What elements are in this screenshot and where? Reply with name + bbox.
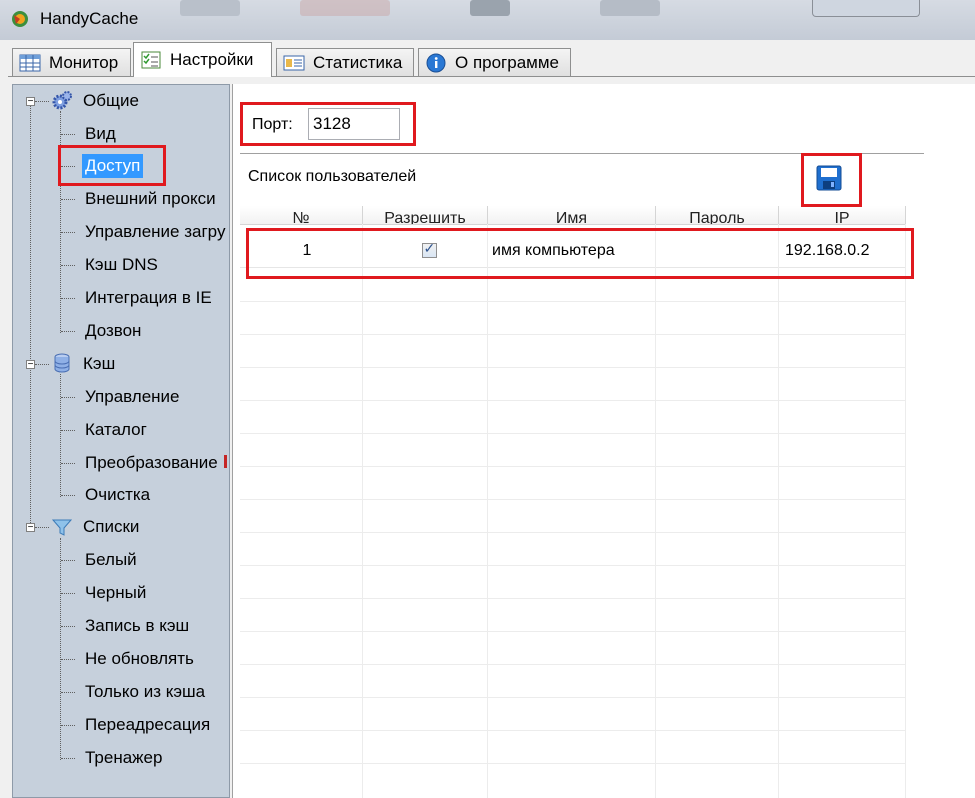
floppy-save-icon bbox=[816, 165, 842, 191]
tab-label: О программе bbox=[455, 52, 560, 72]
stats-card-icon bbox=[283, 55, 305, 70]
cell-password bbox=[656, 235, 779, 267]
tab-label: Статистика bbox=[313, 52, 403, 72]
tab-settings[interactable]: Настройки bbox=[133, 42, 272, 77]
table-row[interactable]: 1 ✓ имя компьютера 192.168.0.2 bbox=[240, 235, 906, 268]
save-button[interactable] bbox=[811, 162, 847, 194]
tree-item-blacklist[interactable]: Черный bbox=[85, 581, 146, 605]
port-label: Порт: bbox=[252, 116, 293, 133]
maximize-button[interactable] bbox=[812, 0, 920, 17]
tree-group-general[interactable]: Общие bbox=[83, 89, 139, 113]
column-header-num[interactable]: № bbox=[240, 206, 363, 224]
column-header-name[interactable]: Имя bbox=[488, 206, 656, 224]
tree-item-cache-only[interactable]: Только из кэша bbox=[85, 680, 205, 704]
tree-item-dialup[interactable]: Дозвон bbox=[85, 319, 141, 343]
tree-item-trainer[interactable]: Тренажер bbox=[85, 746, 162, 770]
separator bbox=[240, 153, 924, 154]
collapse-toggle[interactable]: − bbox=[26, 360, 35, 370]
users-list-label: Список пользователей bbox=[248, 168, 417, 185]
port-input[interactable] bbox=[308, 108, 400, 140]
cell-name: имя компьютера bbox=[488, 235, 656, 267]
collapse-toggle[interactable]: − bbox=[26, 97, 35, 107]
tree-item-management[interactable]: Управление bbox=[85, 385, 180, 409]
tab-about[interactable]: О программе bbox=[418, 48, 571, 76]
tree-item-external-proxy[interactable]: Внешний прокси bbox=[85, 187, 216, 211]
tree-group-cache[interactable]: Кэш bbox=[83, 352, 115, 376]
tab-monitor[interactable]: Монитор bbox=[12, 48, 131, 76]
tree-item-access[interactable]: Доступ bbox=[82, 154, 144, 178]
tree-item-catalog[interactable]: Каталог bbox=[85, 418, 147, 442]
tab-label: Монитор bbox=[49, 52, 119, 72]
info-icon bbox=[426, 53, 446, 72]
cell-ip: 192.168.0.2 bbox=[779, 235, 906, 267]
cell-num: 1 bbox=[240, 235, 363, 267]
tree-item-redirection[interactable]: Переадресация bbox=[85, 713, 210, 737]
tree-item-write-to-cache[interactable]: Запись в кэш bbox=[85, 614, 189, 638]
checklist-icon bbox=[141, 51, 161, 69]
clipped-marker bbox=[224, 455, 227, 468]
tree-item-whitelist[interactable]: Белый bbox=[85, 548, 137, 572]
column-header-password[interactable]: Пароль bbox=[656, 206, 779, 224]
title-bar: HandyCache bbox=[0, 0, 975, 40]
database-icon bbox=[54, 353, 70, 373]
tree-item-dns-cache[interactable]: Кэш DNS bbox=[85, 253, 158, 277]
grid-table-icon bbox=[19, 54, 41, 71]
settings-tree[interactable]: − Общие Вид Доступ Внешний прокси Управл… bbox=[12, 84, 230, 798]
column-header-ip[interactable]: IP bbox=[779, 206, 906, 224]
tab-statistics[interactable]: Статистика bbox=[276, 48, 414, 76]
tree-item-cleanup[interactable]: Очистка bbox=[85, 483, 150, 507]
tree-item-view[interactable]: Вид bbox=[85, 122, 116, 146]
cell-allow: ✓ bbox=[363, 235, 488, 267]
tree-item-ie-integration[interactable]: Интеграция в IE bbox=[85, 286, 212, 310]
tree-item-do-not-update[interactable]: Не обновлять bbox=[85, 647, 194, 671]
grid-header: № Разрешить Имя Пароль IP bbox=[240, 206, 906, 225]
allow-checkbox[interactable]: ✓ bbox=[421, 240, 437, 259]
gears-icon bbox=[52, 91, 72, 110]
tree-group-lists[interactable]: Списки bbox=[83, 515, 139, 539]
users-grid[interactable]: № Разрешить Имя Пароль IP 1 ✓ имя компью… bbox=[240, 206, 906, 798]
column-header-allow[interactable]: Разрешить bbox=[363, 206, 488, 224]
tree-item-download-management[interactable]: Управление загру bbox=[85, 220, 225, 244]
tree-item-transformation[interactable]: Преобразование bbox=[85, 451, 218, 475]
filter-funnel-icon bbox=[51, 519, 73, 536]
window-title: HandyCache bbox=[40, 9, 139, 28]
handycache-app-icon bbox=[12, 11, 28, 27]
collapse-toggle[interactable]: − bbox=[26, 523, 35, 533]
tab-label: Настройки bbox=[170, 50, 254, 69]
